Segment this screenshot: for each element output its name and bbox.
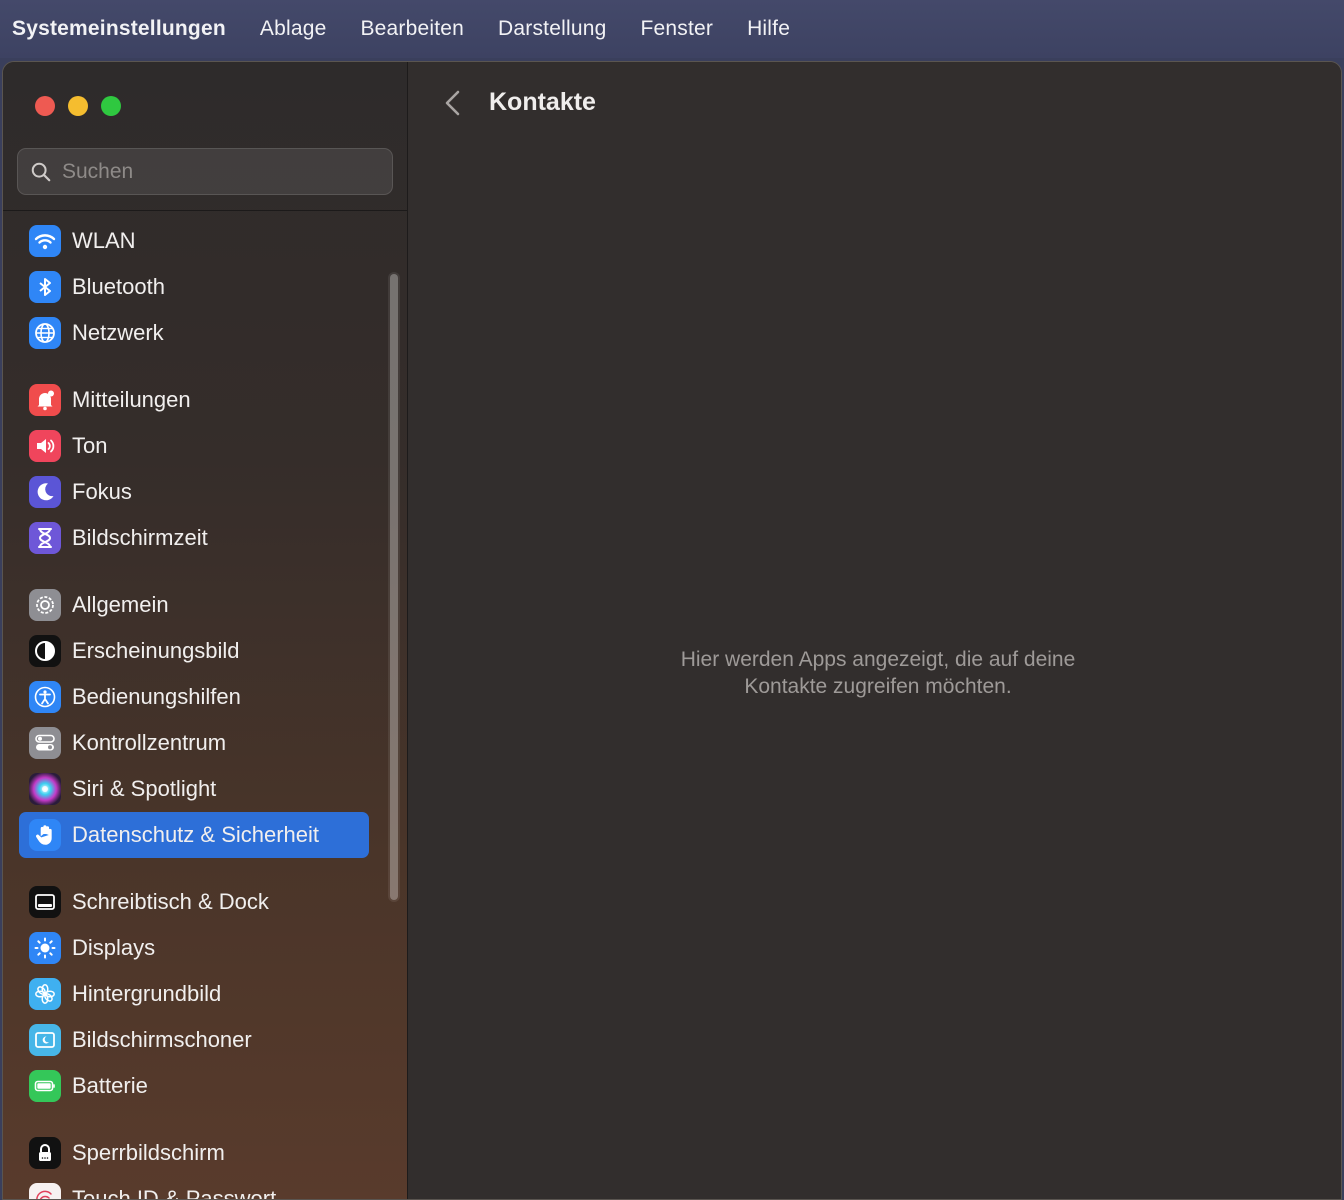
moon-icon <box>29 476 61 508</box>
menu-bearbeiten[interactable]: Bearbeiten <box>360 17 464 41</box>
sidebar-item-siri-spotlight[interactable]: Siri & Spotlight <box>19 766 369 812</box>
minimize-button[interactable] <box>68 96 88 116</box>
sidebar-item-fokus[interactable]: Fokus <box>19 469 369 515</box>
sidebar-item-label: Schreibtisch & Dock <box>72 889 269 914</box>
sidebar-item-bedienungshilfen[interactable]: Bedienungshilfen <box>19 674 369 720</box>
sidebar-item-ton[interactable]: Ton <box>19 423 369 469</box>
sidebar-item-label: Displays <box>72 935 156 960</box>
bell-icon <box>29 384 61 416</box>
search-icon <box>31 162 51 181</box>
sidebar-item-label: Bedienungshilfen <box>72 684 241 709</box>
chevron-left-icon <box>445 90 460 116</box>
menu-fenster[interactable]: Fenster <box>640 17 713 41</box>
sidebar-item-label: Datenschutz & Sicherheit <box>72 822 320 847</box>
sidebar-item-label: Batterie <box>72 1073 148 1098</box>
screensaver-icon <box>29 1024 61 1056</box>
back-button[interactable] <box>438 86 468 120</box>
hourglass-icon <box>29 522 61 554</box>
content-pane: Kontakte Hier werden Apps angezeigt, die… <box>408 62 1341 1199</box>
sidebar-item-schreibtisch-dock[interactable]: Schreibtisch & Dock <box>19 879 369 925</box>
sidebar-item-netzwerk[interactable]: Netzwerk <box>19 310 369 356</box>
sidebar-item-label: Erscheinungsbild <box>72 638 240 663</box>
zoom-button[interactable] <box>101 96 121 116</box>
battery-icon <box>29 1070 61 1102</box>
gear-icon <box>29 589 61 621</box>
menu-darstellung[interactable]: Darstellung <box>498 17 606 41</box>
wifi-icon <box>29 225 61 257</box>
sidebar-item-displays[interactable]: Displays <box>19 925 369 971</box>
sidebar-item-label: Ton <box>72 433 108 458</box>
menu-hilfe[interactable]: Hilfe <box>747 17 790 41</box>
accessibility-icon <box>29 681 61 713</box>
siri-icon <box>29 773 61 805</box>
menu-ablage[interactable]: Ablage <box>260 17 327 41</box>
menu-app-name[interactable]: Systemeinstellungen <box>12 17 226 41</box>
divider <box>3 210 407 211</box>
settings-window: WLAN Bluetooth Netzwerk Mitteil <box>2 61 1342 1200</box>
sidebar-scrollbar-thumb[interactable] <box>390 274 398 900</box>
empty-state-line-2: Kontakte zugreifen möchten. <box>744 675 1012 698</box>
globe-icon <box>29 317 61 349</box>
page-title: Kontakte <box>489 88 596 116</box>
menu-bar: Systemeinstellungen Ablage Bearbeiten Da… <box>0 0 1344 58</box>
sidebar-item-touch-id-passwort[interactable]: Touch ID & Passwort <box>19 1176 369 1199</box>
search-field[interactable] <box>17 148 393 195</box>
empty-state-line-1: Hier werden Apps angezeigt, die auf dein… <box>680 648 1076 671</box>
window-controls <box>35 96 121 116</box>
sidebar-list: WLAN Bluetooth Netzwerk Mitteilungen Ton… <box>19 218 369 1199</box>
sidebar-item-bildschirmschoner[interactable]: Bildschirmschoner <box>19 1017 369 1063</box>
sidebar-item-kontrollzentrum[interactable]: Kontrollzentrum <box>19 720 369 766</box>
sidebar-item-label: Mitteilungen <box>72 387 191 412</box>
sidebar-item-batterie[interactable]: Batterie <box>19 1063 369 1109</box>
sidebar-item-label: Netzwerk <box>72 320 164 345</box>
sidebar-item-label: Touch ID & Passwort <box>72 1186 277 1199</box>
sidebar-item-label: Allgemein <box>72 592 169 617</box>
sidebar-item-label: Kontrollzentrum <box>72 730 227 755</box>
sidebar-item-label: WLAN <box>72 228 136 253</box>
sidebar-item-erscheinungsbild[interactable]: Erscheinungsbild <box>19 628 369 674</box>
bluetooth-icon <box>29 271 61 303</box>
sun-icon <box>29 932 61 964</box>
dock-icon <box>29 886 61 918</box>
sidebar-item-bluetooth[interactable]: Bluetooth <box>19 264 369 310</box>
sidebar-item-sperrbildschirm[interactable]: Sperrbildschirm <box>19 1130 369 1176</box>
sidebar-item-wlan[interactable]: WLAN <box>19 218 369 264</box>
close-button[interactable] <box>35 96 55 116</box>
flower-icon <box>29 978 61 1010</box>
sidebar-item-label: Bildschirmzeit <box>72 525 208 550</box>
lock-icon <box>29 1137 61 1169</box>
sidebar-item-label: Bildschirmschoner <box>72 1027 252 1052</box>
sidebar-item-bildschirmzeit[interactable]: Bildschirmzeit <box>19 515 369 561</box>
sidebar-item-datenschutz-sicherheit[interactable]: Datenschutz & Sicherheit <box>19 812 369 858</box>
sidebar-item-hintergrundbild[interactable]: Hintergrundbild <box>19 971 369 1017</box>
appearance-icon <box>29 635 61 667</box>
empty-state-message: Hier werden Apps angezeigt, die auf dein… <box>558 646 1198 700</box>
speaker-icon <box>29 430 61 462</box>
sidebar-item-label: Hintergrundbild <box>72 981 222 1006</box>
sidebar-item-label: Siri & Spotlight <box>72 776 217 801</box>
sidebar-item-allgemein[interactable]: Allgemein <box>19 582 369 628</box>
hand-icon <box>29 819 61 851</box>
search-input[interactable] <box>62 159 362 184</box>
fingerprint-icon <box>29 1183 61 1199</box>
sidebar-item-mitteilungen[interactable]: Mitteilungen <box>19 377 369 423</box>
sidebar-item-label: Bluetooth <box>72 274 165 299</box>
sidebar-item-label: Fokus <box>72 479 132 504</box>
sidebar: WLAN Bluetooth Netzwerk Mitteil <box>3 62 408 1199</box>
toggles-icon <box>29 727 61 759</box>
sidebar-item-label: Sperrbildschirm <box>72 1140 225 1165</box>
